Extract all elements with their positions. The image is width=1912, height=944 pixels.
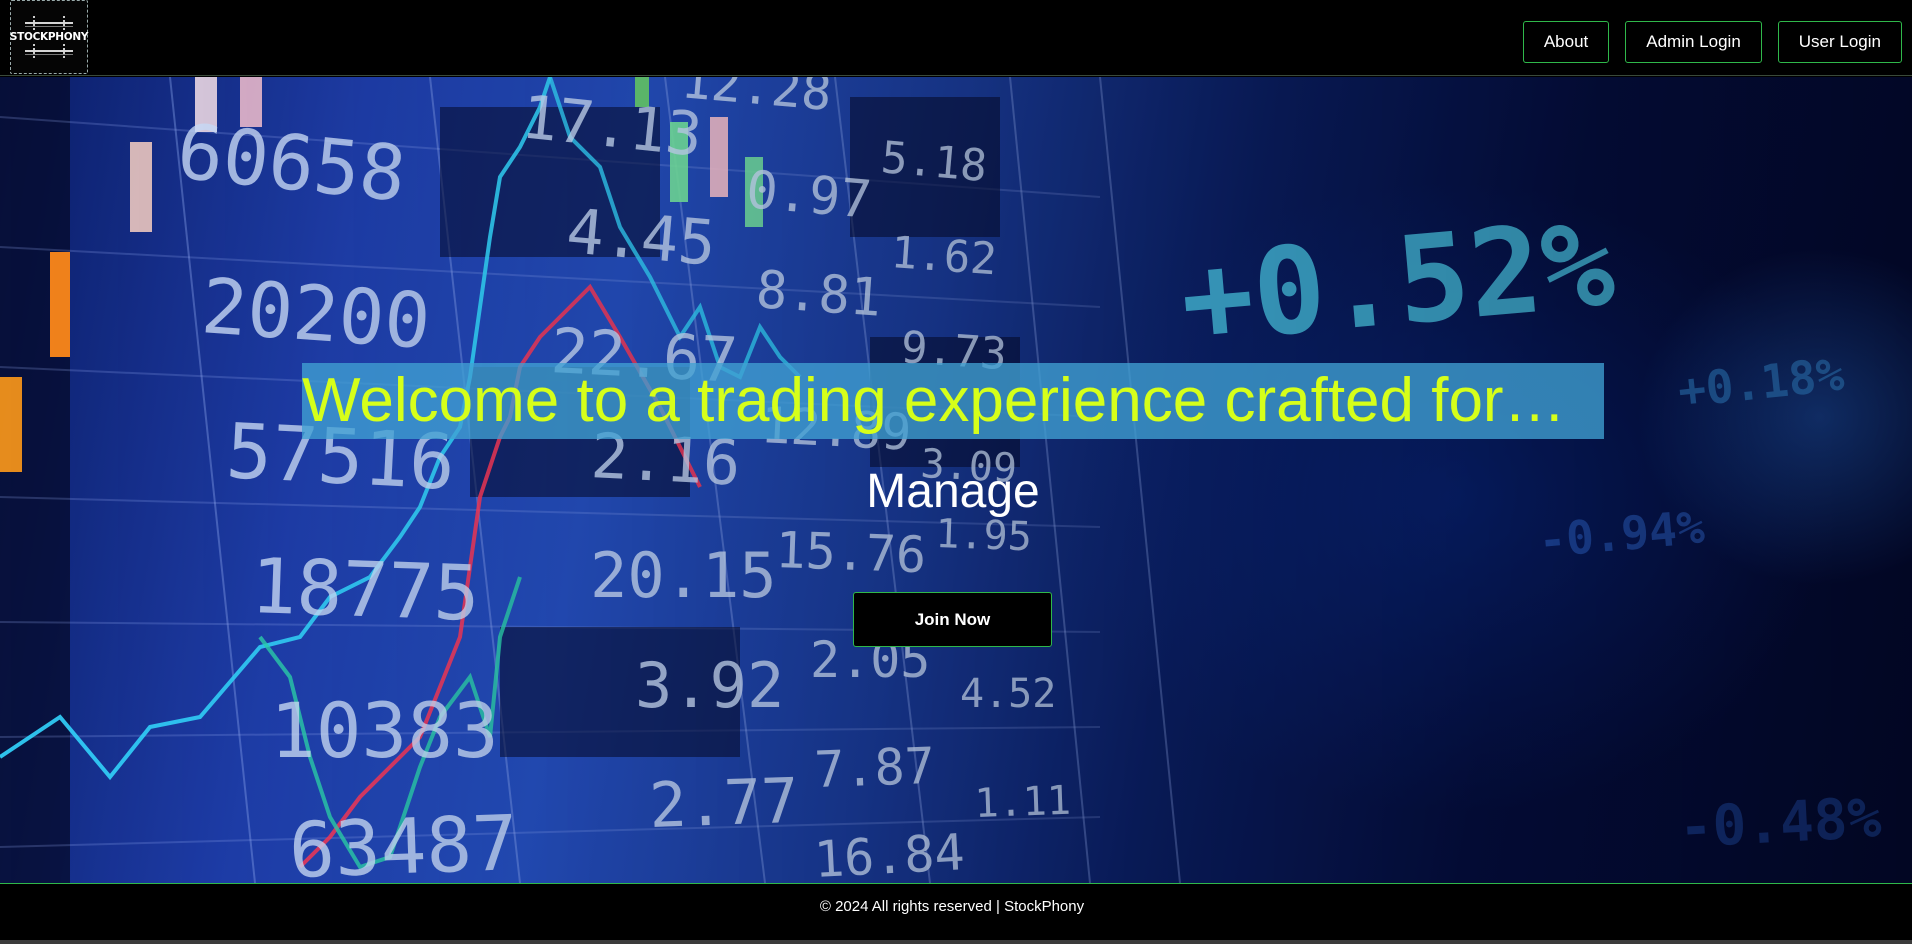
admin-login-button[interactable]: Admin Login	[1625, 21, 1762, 63]
about-button[interactable]: About	[1522, 21, 1610, 63]
circuit-icon	[19, 44, 79, 58]
copyright-text: © 2024 All rights reserved | StockPhony	[819, 898, 1085, 915]
bottom-divider	[0, 940, 1912, 944]
hero-subtitle: Manage	[866, 465, 1040, 518]
user-login-button[interactable]: User Login	[1777, 21, 1902, 63]
stockphony-logo[interactable]: STOCKPHONY	[10, 0, 88, 74]
hero-section: 60658 20200 57516 18775 10383 63487 17.1…	[0, 77, 1912, 883]
page-footer: © 2024 All rights reserved | StockPhony	[0, 883, 1912, 944]
circuit-icon	[19, 16, 79, 30]
join-now-button[interactable]: Join Now	[853, 592, 1052, 647]
top-header: STOCKPHONY About Admin Login User Login	[0, 0, 1912, 76]
hero-title: Welcome to a trading experience crafted …	[302, 363, 1604, 439]
main-nav: About Admin Login User Login	[1522, 21, 1902, 63]
logo-text: STOCKPHONY	[9, 31, 89, 43]
